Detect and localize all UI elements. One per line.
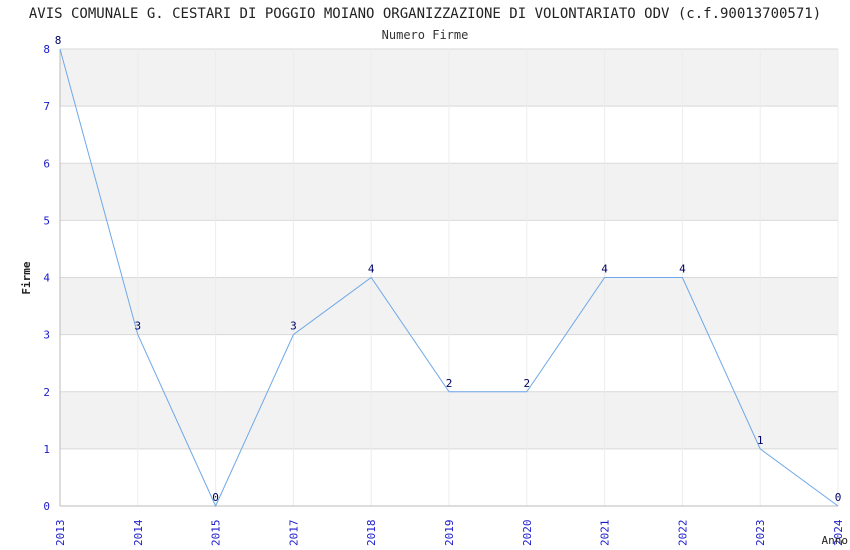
x-tick-label: 2018 [365, 520, 378, 547]
y-tick-label: 2 [43, 386, 50, 399]
line-chart: AVIS COMUNALE G. CESTARI DI POGGIO MOIAN… [20, 6, 849, 547]
x-tick-label: 2020 [521, 520, 534, 547]
x-tick-label: 2015 [210, 520, 223, 547]
y-axis-label: Firme [20, 261, 33, 294]
x-tick-label: 2013 [54, 520, 67, 547]
y-tick-label: 8 [43, 43, 50, 56]
y-tick-label: 4 [43, 272, 50, 285]
y-tick-label: 0 [43, 500, 50, 513]
y-tick-label: 6 [43, 157, 50, 170]
data-label: 0 [212, 491, 219, 504]
y-tick-label: 7 [43, 100, 50, 113]
data-label: 2 [523, 377, 530, 390]
chart-subtitle: Numero Firme [382, 28, 469, 42]
data-label: 4 [601, 263, 608, 276]
data-label: 4 [679, 263, 686, 276]
data-label: 8 [55, 34, 62, 47]
data-label: 3 [134, 320, 141, 333]
y-tick-label: 1 [43, 443, 50, 456]
y-tick-label: 5 [43, 214, 50, 227]
data-label: 0 [835, 491, 842, 504]
data-label: 2 [446, 377, 453, 390]
x-axis-label: Anno [822, 534, 849, 547]
data-label: 1 [757, 434, 764, 447]
x-tick-label: 2019 [443, 520, 456, 547]
y-tick-labels: 0 1 2 3 4 5 6 7 8 [43, 43, 50, 513]
data-label: 3 [290, 320, 297, 333]
x-tick-label: 2017 [287, 520, 300, 547]
x-tick-labels: 2013 2014 2015 2017 2018 2019 2020 2021 2022 2023… [54, 519, 845, 546]
x-tick-label: 2014 [132, 519, 145, 546]
x-tick-label: 2022 [676, 520, 689, 547]
chart-title: AVIS COMUNALE G. CESTARI DI POGGIO MOIAN… [29, 6, 821, 22]
data-label: 4 [368, 263, 375, 276]
y-tick-label: 3 [43, 329, 50, 342]
x-tick-label: 2023 [754, 520, 767, 547]
x-tick-label: 2021 [599, 520, 612, 547]
